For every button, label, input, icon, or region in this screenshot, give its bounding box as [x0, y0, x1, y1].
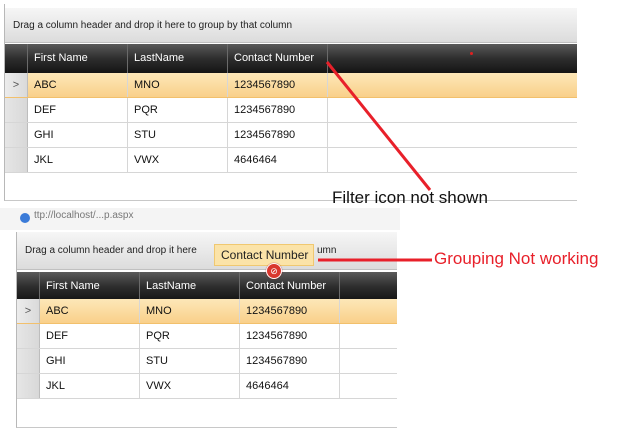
- column-header-contact-number[interactable]: Contact Number: [240, 272, 340, 301]
- table-row[interactable]: GHI STU 1234567890: [5, 123, 577, 148]
- indicator-header: [5, 44, 28, 73]
- column-header-last-name[interactable]: LastName: [140, 272, 240, 301]
- drag-ghost-column-header: Contact Number: [214, 244, 314, 266]
- column-header-row: First Name LastName Contact Number: [5, 44, 577, 73]
- column-header-last-name[interactable]: LastName: [128, 44, 228, 73]
- table-row[interactable]: DEF PQR 1234567890: [17, 324, 397, 349]
- indicator-header: [17, 272, 40, 301]
- cell-contact-number[interactable]: 1234567890: [240, 349, 340, 373]
- row-indicator-arrow-icon: >: [17, 299, 40, 323]
- cell-last-name[interactable]: PQR: [140, 324, 240, 348]
- cell-contact-number[interactable]: 1234567890: [228, 98, 328, 122]
- cell-contact-number[interactable]: 4646464: [228, 148, 328, 172]
- column-header-contact-number[interactable]: Contact Number: [228, 44, 328, 73]
- no-drop-icon: ⊘: [266, 263, 282, 279]
- cell-first-name[interactable]: GHI: [40, 349, 140, 373]
- column-header-first-name[interactable]: First Name: [28, 44, 128, 73]
- cell-last-name[interactable]: STU: [140, 349, 240, 373]
- cell-contact-number[interactable]: 4646464: [240, 374, 340, 398]
- cell-contact-number[interactable]: 1234567890: [240, 324, 340, 348]
- cell-contact-number[interactable]: 1234567890: [228, 123, 328, 147]
- cell-last-name[interactable]: VWX: [128, 148, 228, 172]
- group-panel[interactable]: Drag a column header and drop it here to…: [5, 8, 577, 43]
- column-header-first-name[interactable]: First Name: [40, 272, 140, 301]
- cell-first-name[interactable]: DEF: [28, 98, 128, 122]
- row-indicator: [17, 324, 40, 348]
- cell-first-name[interactable]: ABC: [28, 73, 128, 97]
- cell-first-name[interactable]: JKL: [28, 148, 128, 172]
- group-panel-text: Drag a column header and drop it here: [25, 245, 197, 256]
- group-panel-text-tail: umn: [317, 245, 337, 256]
- cell-last-name[interactable]: MNO: [128, 73, 228, 97]
- cell-first-name[interactable]: ABC: [40, 299, 140, 323]
- grid-top: Drag a column header and drop it here to…: [4, 4, 577, 201]
- table-row[interactable]: > ABC MNO 1234567890: [5, 73, 577, 98]
- cell-first-name[interactable]: JKL: [40, 374, 140, 398]
- table-row[interactable]: JKL VWX 4646464: [5, 148, 577, 173]
- cell-last-name[interactable]: VWX: [140, 374, 240, 398]
- grid-bottom: Drag a column header and drop it here um…: [16, 232, 397, 428]
- table-row[interactable]: JKL VWX 4646464: [17, 374, 397, 399]
- row-indicator: [5, 148, 28, 172]
- red-marker-dot: [470, 52, 473, 55]
- browser-tab-icon: [20, 213, 30, 223]
- table-row[interactable]: > ABC MNO 1234567890: [17, 299, 397, 324]
- cell-last-name[interactable]: STU: [128, 123, 228, 147]
- browser-address-strip: ttp://localhost/...p.aspx: [0, 208, 400, 230]
- table-row[interactable]: GHI STU 1234567890: [17, 349, 397, 374]
- cell-last-name[interactable]: MNO: [140, 299, 240, 323]
- grouping-annotation: Grouping Not working: [434, 249, 599, 268]
- cell-first-name[interactable]: DEF: [40, 324, 140, 348]
- column-header-row: First Name LastName Contact Number: [17, 272, 397, 301]
- cell-contact-number[interactable]: 1234567890: [228, 73, 328, 97]
- row-indicator: [17, 349, 40, 373]
- cell-last-name[interactable]: PQR: [128, 98, 228, 122]
- row-indicator: [5, 98, 28, 122]
- browser-address-text: ttp://localhost/...p.aspx: [34, 210, 134, 221]
- row-indicator-arrow-icon: >: [5, 73, 28, 97]
- group-panel[interactable]: Drag a column header and drop it here um…: [17, 232, 397, 270]
- filter-annotation: Filter icon not shown: [332, 188, 488, 207]
- cell-contact-number[interactable]: 1234567890: [240, 299, 340, 323]
- group-panel-text: Drag a column header and drop it here to…: [13, 20, 293, 31]
- row-indicator: [5, 123, 28, 147]
- table-row[interactable]: DEF PQR 1234567890: [5, 98, 577, 123]
- row-indicator: [17, 374, 40, 398]
- cell-first-name[interactable]: GHI: [28, 123, 128, 147]
